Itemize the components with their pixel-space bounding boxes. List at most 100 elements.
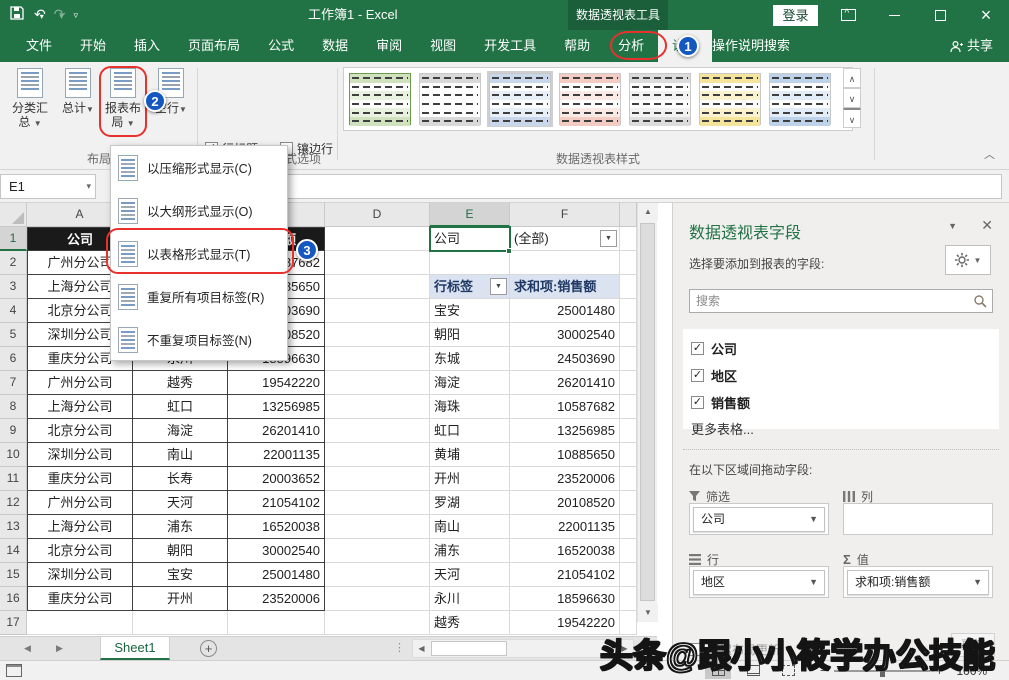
defer-layout-update[interactable]: 延迟布局更新 — [689, 641, 780, 658]
cell-C14[interactable]: 30002540 — [228, 539, 325, 563]
field-checkbox-icon[interactable]: ✓ — [691, 342, 704, 355]
sheet-prev-icon[interactable]: ◀ — [24, 637, 31, 660]
pivot-style-swatch-6[interactable] — [697, 71, 763, 127]
cell-A10[interactable]: 深圳分公司 — [27, 443, 133, 467]
maximize-icon[interactable] — [917, 0, 963, 30]
tab-插入[interactable]: 插入 — [120, 30, 174, 62]
cell-F17[interactable]: 19542220 — [510, 611, 620, 635]
cell-D13[interactable] — [325, 515, 430, 539]
tab-视图[interactable]: 视图 — [416, 30, 470, 62]
tab-文件[interactable]: 文件 — [12, 30, 66, 62]
new-sheet-icon[interactable]: + — [200, 640, 217, 657]
defer-checkbox[interactable] — [689, 643, 702, 656]
pivot-style-swatch-1[interactable] — [347, 71, 413, 127]
zoom-level[interactable]: 100% — [949, 664, 987, 678]
cell-B10[interactable]: 南山 — [133, 443, 228, 467]
cell-E17[interactable]: 越秀 — [430, 611, 510, 635]
tab-strip-splitter[interactable]: ⋮ — [394, 637, 405, 660]
cell-E16[interactable]: 永川 — [430, 587, 510, 611]
close-icon[interactable]: × — [963, 0, 1009, 30]
cell-F7[interactable]: 26201410 — [510, 371, 620, 395]
cell-C15[interactable]: 25001480 — [228, 563, 325, 587]
zoom-slider[interactable] — [834, 670, 930, 672]
page-break-view-icon[interactable] — [775, 662, 801, 679]
cell-8[interactable] — [620, 395, 637, 419]
name-box[interactable]: E1▾ — [0, 174, 96, 199]
zoom-out-icon[interactable]: − — [820, 663, 828, 678]
chip-dropdown-icon[interactable]: ▼ — [809, 508, 818, 531]
cell-E14[interactable]: 浦东 — [430, 539, 510, 563]
cell-E6[interactable]: 东城 — [430, 347, 510, 371]
cell-D4[interactable] — [325, 299, 430, 323]
menu-item-2[interactable]: 以大纲形式显示(O) — [111, 189, 287, 232]
row-header-9[interactable]: 9 — [0, 419, 27, 443]
cell-B15[interactable]: 宝安 — [133, 563, 228, 587]
row-header-12[interactable]: 12 — [0, 491, 27, 515]
cell-F9[interactable]: 13256985 — [510, 419, 620, 443]
cell-9[interactable] — [620, 419, 637, 443]
scroll-left-icon[interactable]: ◀ — [413, 640, 430, 657]
cell-D5[interactable] — [325, 323, 430, 347]
pane-tools-button[interactable]: ▼ — [945, 245, 991, 275]
cell-A8[interactable]: 上海分公司 — [27, 395, 133, 419]
minimize-icon[interactable] — [871, 0, 917, 30]
redo-button[interactable]: ↷▾ — [54, 0, 64, 32]
cell-E15[interactable]: 天河 — [430, 563, 510, 587]
cell-F11[interactable]: 23520006 — [510, 467, 620, 491]
gallery-up-icon[interactable]: ∧ — [843, 68, 861, 88]
column-header-D[interactable]: D — [325, 203, 430, 227]
cell-15[interactable] — [620, 563, 637, 587]
cell-E8[interactable]: 海珠 — [430, 395, 510, 419]
pane-options-icon[interactable]: ▼ — [948, 221, 957, 231]
chip-dropdown-icon[interactable]: ▼ — [809, 571, 818, 594]
cell-F14[interactable]: 16520038 — [510, 539, 620, 563]
row-header-8[interactable]: 8 — [0, 395, 27, 419]
cell-E2[interactable] — [430, 251, 510, 275]
sheet-tab-active[interactable]: Sheet1 — [100, 637, 170, 660]
cell-F10[interactable]: 10885650 — [510, 443, 620, 467]
cell-17[interactable] — [620, 611, 637, 635]
cell-13[interactable] — [620, 515, 637, 539]
fill-handle[interactable] — [506, 248, 512, 254]
ribbon-button-分类汇总[interactable]: 分类汇总 ▼ — [8, 68, 52, 131]
cell-E3[interactable]: 行标签▼ — [430, 275, 510, 299]
row-header-5[interactable]: 5 — [0, 323, 27, 347]
cell-4[interactable] — [620, 299, 637, 323]
cell-A12[interactable]: 广州分公司 — [27, 491, 133, 515]
tell-me-search[interactable]: 操作说明搜索 — [712, 30, 790, 62]
menu-item-1[interactable]: 以压缩形式显示(C) — [111, 146, 287, 189]
pivot-style-swatch-2[interactable] — [417, 71, 483, 127]
cell-6[interactable] — [620, 347, 637, 371]
select-all-corner[interactable] — [0, 203, 27, 227]
sheet-next-icon[interactable]: ▶ — [56, 637, 63, 660]
row-header-1[interactable]: 1 — [0, 227, 27, 251]
cell-F13[interactable]: 22001135 — [510, 515, 620, 539]
cell-D7[interactable] — [325, 371, 430, 395]
cell-B11[interactable]: 长寿 — [133, 467, 228, 491]
cell-F15[interactable]: 21054102 — [510, 563, 620, 587]
menu-item-5[interactable]: 不重复项目标签(N) — [111, 318, 287, 361]
cell-3[interactable] — [620, 275, 637, 299]
pivot-style-swatch-3[interactable] — [487, 71, 553, 127]
cell-1[interactable] — [620, 227, 637, 251]
ribbon-button-总计[interactable]: 总计▼ — [56, 68, 100, 117]
cell-D1[interactable] — [325, 227, 430, 251]
cell-C10[interactable]: 22001135 — [228, 443, 325, 467]
cell-F16[interactable]: 18596630 — [510, 587, 620, 611]
zoom-slider-thumb[interactable] — [880, 665, 885, 677]
page-layout-view-icon[interactable] — [740, 662, 766, 679]
cell-B9[interactable]: 海淀 — [133, 419, 228, 443]
cell-E7[interactable]: 海淀 — [430, 371, 510, 395]
cell-F2[interactable] — [510, 251, 620, 275]
cell-14[interactable] — [620, 539, 637, 563]
name-box-dropdown-icon[interactable]: ▾ — [86, 175, 91, 198]
row-header-14[interactable]: 14 — [0, 539, 27, 563]
cell-E5[interactable]: 朝阳 — [430, 323, 510, 347]
zoom-in-icon[interactable]: + — [936, 663, 944, 678]
normal-view-icon[interactable] — [705, 662, 731, 679]
cell-11[interactable] — [620, 467, 637, 491]
cell-D17[interactable] — [325, 611, 430, 635]
field-checkbox-icon[interactable]: ✓ — [691, 396, 704, 409]
scroll-right-icon[interactable]: ▶ — [616, 640, 633, 657]
chip-dropdown-icon[interactable]: ▼ — [973, 571, 982, 594]
